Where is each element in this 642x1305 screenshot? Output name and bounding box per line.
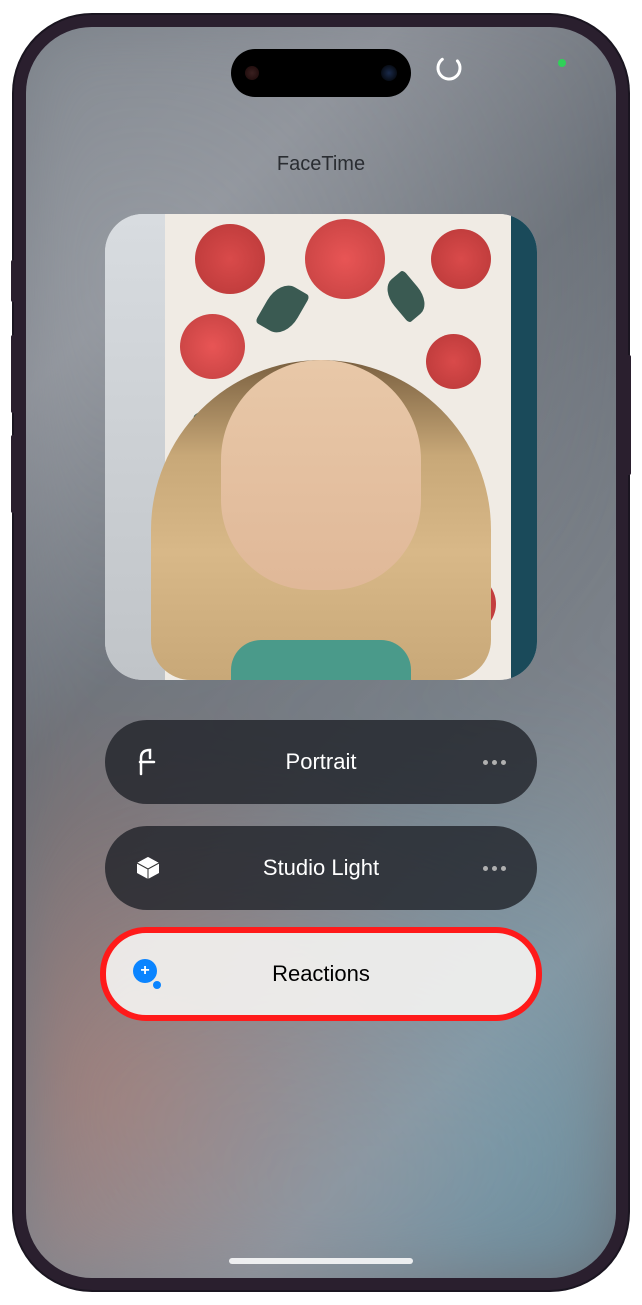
video-preview[interactable] (105, 214, 537, 680)
screen: FaceTime (26, 27, 616, 1278)
app-title: FaceTime (277, 153, 365, 176)
portrait-label: Portrait (165, 749, 477, 775)
camera-privacy-indicator (558, 59, 566, 67)
volume-down-button (11, 435, 14, 513)
reactions-button[interactable]: + Reactions (105, 932, 537, 1016)
cube-icon (131, 851, 165, 885)
studio-light-label: Studio Light (165, 855, 477, 881)
iphone-frame: FaceTime (14, 15, 628, 1290)
facetime-effects-panel: FaceTime (26, 27, 616, 1278)
portrait-button[interactable]: Portrait (105, 720, 537, 804)
reactions-icon: + (131, 957, 165, 991)
more-icon (483, 760, 506, 765)
portrait-icon (131, 745, 165, 779)
silent-switch (11, 260, 14, 302)
proximity-sensor (245, 66, 259, 80)
power-button (628, 355, 631, 475)
volume-up-button (11, 335, 14, 413)
dynamic-island[interactable] (231, 49, 411, 97)
home-indicator[interactable] (229, 1258, 413, 1264)
portrait-more-button[interactable] (477, 760, 511, 765)
studio-light-button[interactable]: Studio Light (105, 826, 537, 910)
reactions-label: Reactions (165, 961, 477, 987)
studio-light-more-button[interactable] (477, 866, 511, 871)
more-icon (483, 866, 506, 871)
front-camera (381, 65, 397, 81)
effects-controls: Portrait Studio (105, 720, 537, 1016)
preview-image (105, 214, 537, 680)
